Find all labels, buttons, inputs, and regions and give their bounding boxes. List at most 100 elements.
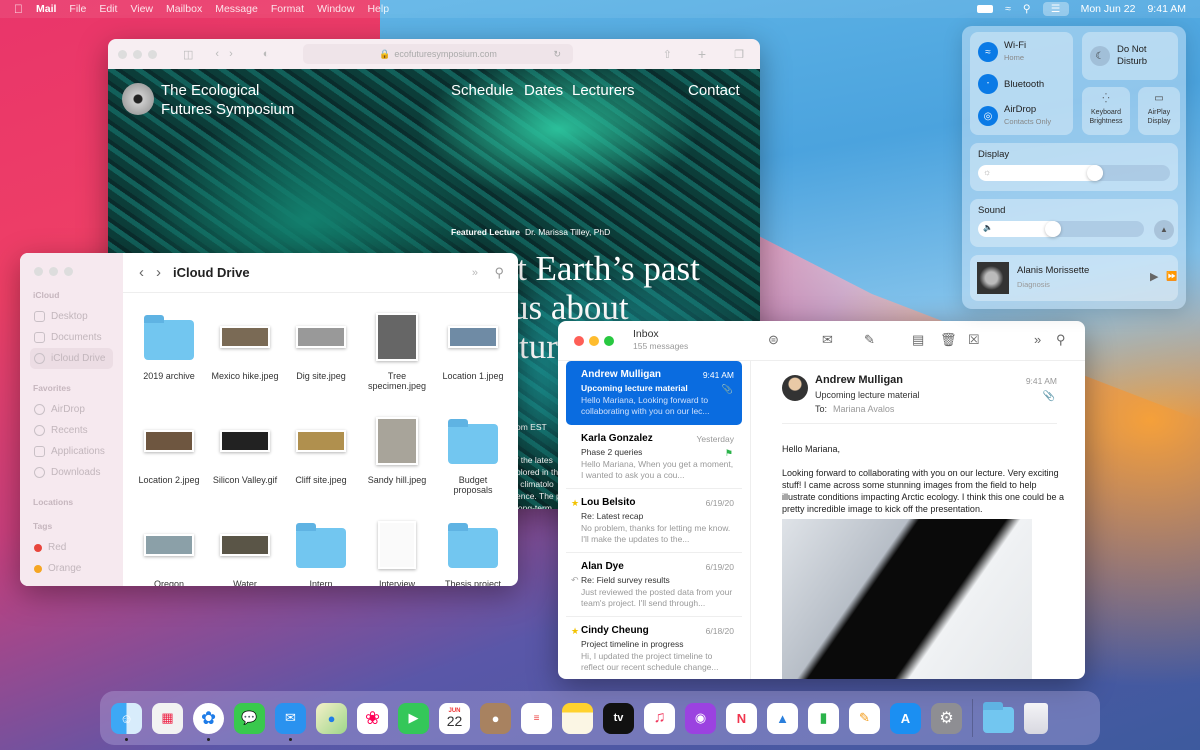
nav-dates[interactable]: Dates <box>524 82 563 99</box>
nav-lecturers[interactable]: Lecturers <box>572 82 635 99</box>
sidebar-item-icloud-drive[interactable]: iCloud Drive <box>30 348 113 369</box>
file-item[interactable]: Tree specimen.jpeg <box>359 307 435 411</box>
tab-overview-icon[interactable]: ❐ <box>734 48 744 61</box>
menu-format[interactable]: Format <box>271 3 304 15</box>
zoom-button[interactable] <box>148 49 157 59</box>
dock-tv-icon[interactable]: tv <box>603 702 634 734</box>
dock-podcasts-icon[interactable]: ◉ <box>685 702 716 734</box>
filter-icon[interactable]: ⊜ <box>768 332 779 348</box>
dock-safari-icon[interactable]: ✿ <box>193 702 224 741</box>
minimize-button[interactable] <box>133 49 142 59</box>
volume-slider[interactable]: 🔈 <box>978 221 1144 237</box>
get-mail-icon[interactable]: ✉ <box>822 332 833 348</box>
file-item[interactable]: Budget proposals <box>435 411 511 515</box>
airplay-display-tile[interactable]: ▭ AirPlay Display <box>1138 87 1180 135</box>
dock-keynote-icon[interactable]: ▲ <box>767 702 798 734</box>
back-icon[interactable]: ‹ <box>215 48 219 60</box>
dock-trash-icon[interactable] <box>1024 702 1048 734</box>
dock-maps-icon[interactable]: ● <box>316 702 347 734</box>
zoom-button[interactable] <box>64 267 73 276</box>
sidebar-item-recents[interactable]: Recents <box>30 420 113 441</box>
dock-folder-icon[interactable] <box>983 702 1014 734</box>
menubar-time[interactable]: 9:41 AM <box>1147 3 1186 15</box>
site-logo[interactable] <box>122 83 154 115</box>
dock-contacts-icon[interactable]: ● <box>480 702 511 734</box>
file-item[interactable]: Location 2.jpeg <box>131 411 207 515</box>
wifi-toggle-icon[interactable]: ≈ <box>978 42 998 62</box>
dock-news-icon[interactable]: N <box>726 702 757 734</box>
more-toolbar-icon[interactable]: » <box>472 267 478 279</box>
sidebar-item-airdrop[interactable]: AirDrop <box>30 399 113 420</box>
reload-icon[interactable]: ↻ <box>553 49 561 60</box>
sidebar-item-documents[interactable]: Documents <box>30 327 113 348</box>
control-center-icon[interactable]: ☰ <box>1042 2 1069 16</box>
address-bar[interactable]: 🔒 ecofuturesymposium.com ↻ <box>303 44 573 64</box>
file-item[interactable]: Thesis project <box>435 515 511 586</box>
back-icon[interactable]: ‹ <box>139 264 144 281</box>
dock-pages-icon[interactable]: ✎ <box>849 702 880 734</box>
do-not-disturb-tile[interactable]: ☾ Do Not Disturb <box>1082 32 1178 80</box>
apple-menu-icon[interactable]:  <box>14 2 23 16</box>
menu-help[interactable]: Help <box>367 3 389 15</box>
message-row[interactable]: Karla Gonzalez Yesterday Phase 2 queries… <box>566 425 742 489</box>
dock-numbers-icon[interactable]: ▮ <box>808 702 839 734</box>
share-icon[interactable]: ⇧ <box>663 48 672 61</box>
sidebar-toggle-icon[interactable]: ◫ <box>183 48 193 61</box>
dock-music-icon[interactable]: ♫ <box>644 702 675 734</box>
file-item[interactable]: Oregon <box>131 515 207 586</box>
new-tab-icon[interactable]: + <box>698 46 706 62</box>
compose-icon[interactable]: ✎ <box>864 332 875 348</box>
search-icon[interactable]: ⚲ <box>494 265 504 281</box>
dock-calendar-icon[interactable]: JUN 22 <box>439 702 470 734</box>
menu-window[interactable]: Window <box>317 3 354 15</box>
file-item[interactable]: Silicon Valley.gif <box>207 411 283 515</box>
nav-schedule[interactable]: Schedule <box>451 82 514 99</box>
menu-edit[interactable]: Edit <box>99 3 117 15</box>
close-button[interactable] <box>118 49 127 59</box>
sidebar-item-downloads[interactable]: Downloads <box>30 462 113 483</box>
dock-messages-icon[interactable]: 💬 <box>234 702 265 734</box>
sidebar-item-desktop[interactable]: Desktop <box>30 306 113 327</box>
dock-facetime-icon[interactable]: ▶ <box>398 702 429 734</box>
privacy-shield-icon[interactable]: ◐ <box>263 48 270 60</box>
forward-icon[interactable]: › <box>156 264 161 281</box>
battery-icon[interactable] <box>977 5 994 13</box>
minimize-button[interactable] <box>589 335 599 346</box>
more-toolbar-icon[interactable]: » <box>1034 332 1041 347</box>
menu-view[interactable]: View <box>130 3 153 15</box>
wifi-icon[interactable]: ≈ <box>1005 3 1011 15</box>
dock-app-store-icon[interactable]: A <box>890 702 921 734</box>
message-row[interactable]: ★ Cindy Cheung 6/18/20 Project timeline … <box>566 617 742 679</box>
zoom-button[interactable] <box>604 335 614 346</box>
keyboard-brightness-tile[interactable]: ⁛ Keyboard Brightness <box>1082 87 1130 135</box>
airdrop-toggle-icon[interactable]: ◎ <box>978 106 998 126</box>
file-item[interactable]: Interview <box>359 515 435 586</box>
spotlight-search-icon[interactable]: ⚲ <box>1023 3 1031 15</box>
dock-notes-icon[interactable] <box>562 702 593 734</box>
close-button[interactable] <box>34 267 43 276</box>
arctic-ice-image[interactable] <box>782 519 1032 679</box>
attachment-icon[interactable]: 📎 <box>1043 391 1055 402</box>
menu-app-name[interactable]: Mail <box>36 3 56 15</box>
sidebar-tag-red[interactable]: Red <box>30 537 113 558</box>
fast-forward-icon[interactable]: ⏩ <box>1166 271 1177 282</box>
file-item[interactable]: Cliff site.jpeg <box>283 411 359 515</box>
file-item[interactable]: Water <box>207 515 283 586</box>
nav-contact[interactable]: Contact <box>688 82 740 99</box>
message-row[interactable]: Andrew Mulligan 9:41 AM Upcoming lecture… <box>566 361 742 425</box>
menu-mailbox[interactable]: Mailbox <box>166 3 202 15</box>
menu-file[interactable]: File <box>69 3 86 15</box>
forward-icon[interactable]: › <box>229 48 233 60</box>
dock-launchpad-icon[interactable]: ▦ <box>152 702 183 734</box>
dock-system-preferences-icon[interactable]: ⚙ <box>931 702 962 734</box>
file-item[interactable]: Dig site.jpeg <box>283 307 359 411</box>
archive-icon[interactable]: ▤ <box>912 332 924 348</box>
file-item[interactable]: Intern <box>283 515 359 586</box>
menu-message[interactable]: Message <box>215 3 258 15</box>
sidebar-item-applications[interactable]: Applications <box>30 441 113 462</box>
junk-icon[interactable]: ☒ <box>968 332 980 348</box>
airplay-audio-icon[interactable]: ▲ <box>1154 220 1174 240</box>
file-item[interactable]: 2019 archive <box>131 307 207 411</box>
site-title[interactable]: The Ecological Futures Symposium <box>161 81 294 119</box>
album-art[interactable] <box>977 262 1009 294</box>
